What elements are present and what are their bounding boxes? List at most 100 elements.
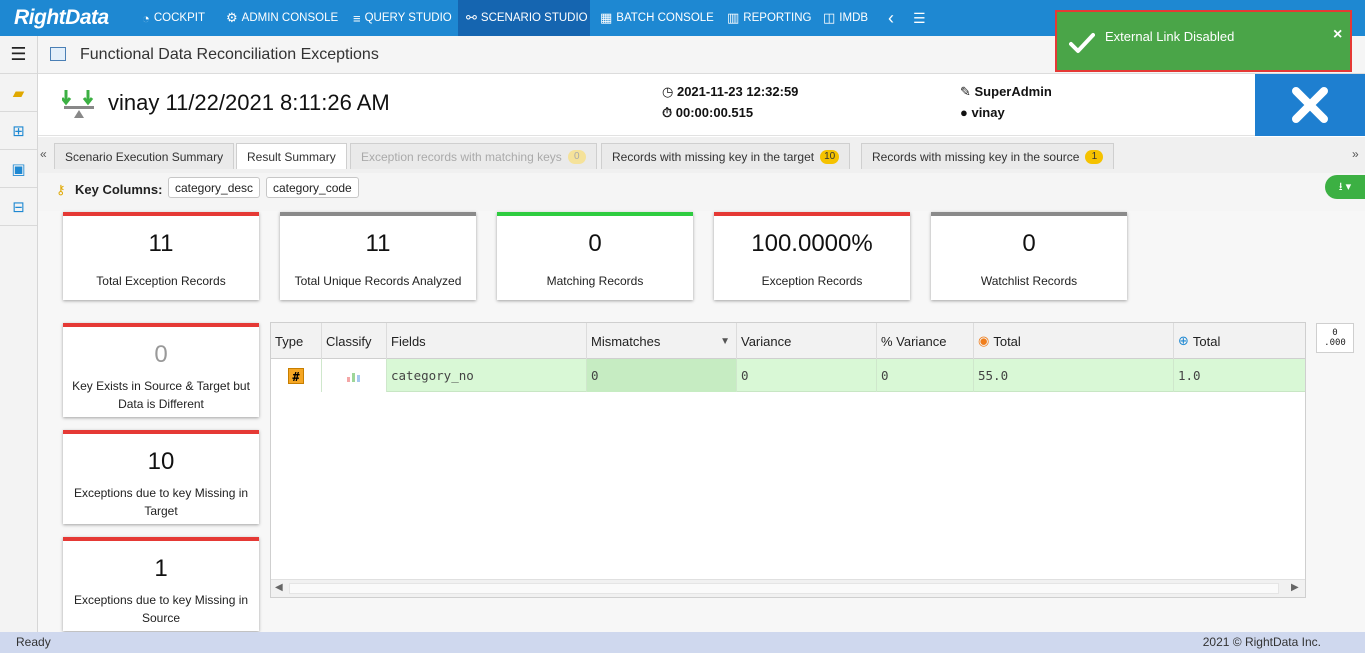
- nav-query-studio[interactable]: ≡ QUERY STUDIO: [353, 0, 452, 36]
- chart-window-icon[interactable]: ▣: [0, 150, 37, 188]
- tabs-scroll-left-icon[interactable]: «: [40, 147, 47, 161]
- download-icon: ⭳ ▾: [1338, 180, 1352, 193]
- col-pct-variance[interactable]: % Variance: [877, 323, 974, 359]
- numeric-type-icon: #: [288, 367, 304, 384]
- batch-icon: ▦: [600, 10, 613, 25]
- mismatch-grid: Type Classify Fields Mismatches ▼ Varianc…: [270, 322, 1306, 598]
- horizontal-scrollbar[interactable]: ◀ ▶: [271, 579, 1305, 597]
- key-columns-row: ⚷ Key Columns: category_desc category_co…: [38, 173, 1365, 211]
- count-badge: 10: [820, 149, 840, 164]
- tab-result-summary[interactable]: Result Summary: [236, 143, 347, 169]
- tab-exception-matching-keys: Exception records with matching keys 0: [350, 143, 597, 169]
- nav-admin-console[interactable]: ⚙ ADMIN CONSOLE: [226, 0, 338, 36]
- key-column-chip: category_code: [266, 177, 359, 198]
- gauge-icon: ◔: [142, 10, 150, 26]
- total-target-cell: 1.0: [1178, 368, 1201, 383]
- card-key-exists-data-different: 0 Key Exists in Source & Target but Data…: [63, 323, 259, 417]
- run-header: vinay 11/22/2021 8:11:26 AM ◷ 2021-11-23…: [38, 74, 1255, 136]
- toast-close-button[interactable]: ×: [1333, 26, 1342, 44]
- chart-window-icon: [50, 47, 66, 61]
- card-missing-in-source: 1 Exceptions due to key Missing in Sourc…: [63, 537, 259, 631]
- nav-scenario-studio[interactable]: ⚯ SCENARIO STUDIO: [458, 0, 590, 36]
- col-total-target[interactable]: ⊕ Total: [1174, 323, 1305, 359]
- key-column-chip: category_desc: [168, 177, 261, 198]
- total-source-cell: 55.0: [974, 359, 1174, 392]
- tab-strip: « Scenario Execution Summary Result Summ…: [38, 137, 1365, 173]
- toast-message: External Link Disabled: [1105, 29, 1235, 44]
- toast-notification: External Link Disabled ×: [1055, 10, 1352, 72]
- scroll-left-arrow-icon[interactable]: ◀: [275, 582, 283, 593]
- key-icon: ⚷: [56, 182, 66, 197]
- tab-missing-key-source[interactable]: Records with missing key in the source 1: [861, 143, 1115, 169]
- stat-card-total-exceptions: 11 Total Exception Records: [63, 212, 259, 300]
- close-icon: [1292, 87, 1328, 123]
- stopwatch-icon: ⏱: [662, 105, 676, 120]
- tab-missing-key-target[interactable]: Records with missing key in the target 10: [601, 143, 851, 169]
- tab-scenario-execution-summary[interactable]: Scenario Execution Summary: [54, 143, 235, 169]
- key-columns-label: Key Columns:: [75, 182, 163, 197]
- nav-cockpit[interactable]: ◔ COCKPIT: [142, 0, 205, 36]
- number-format-button[interactable]: 0 .000: [1316, 323, 1354, 353]
- sort-desc-icon[interactable]: ▼: [720, 336, 730, 347]
- status-bar: Ready 2021 © RightData Inc.: [0, 632, 1365, 653]
- col-classify[interactable]: Classify: [322, 323, 387, 359]
- stat-card-exception-pct: 100.0000% Exception Records: [714, 212, 910, 300]
- col-total-source[interactable]: ◉ Total: [974, 323, 1174, 359]
- run-title: vinay 11/22/2021 8:11:26 AM: [108, 90, 390, 115]
- hamburger-menu-icon[interactable]: ☰: [0, 36, 37, 74]
- run-datetime: ◷ 2021-11-23 12:32:59: [662, 84, 799, 99]
- scrollbar-thumb[interactable]: [289, 583, 1279, 594]
- database-icon: ≡: [353, 10, 361, 26]
- stat-card-unique-records: 11 Total Unique Records Analyzed: [280, 212, 476, 300]
- folder-icon[interactable]: ▰: [0, 74, 37, 112]
- run-role: ✎ SuperAdmin: [960, 84, 1052, 99]
- target-icon: ⊕: [1178, 333, 1189, 348]
- type-cell: #: [271, 359, 322, 392]
- col-mismatches[interactable]: Mismatches ▼: [587, 323, 737, 359]
- columns-icon: ◫: [823, 10, 836, 25]
- logo[interactable]: RightData: [14, 6, 109, 30]
- source-icon: ◉: [978, 333, 990, 348]
- col-fields[interactable]: Fields: [387, 323, 587, 359]
- database-stack-icon[interactable]: ☰: [913, 0, 926, 36]
- nav-imdb[interactable]: ◫ IMDB: [823, 0, 868, 36]
- col-variance[interactable]: Variance: [737, 323, 877, 359]
- clock-icon: ◷: [662, 84, 677, 99]
- network-icon: ⚯: [466, 10, 477, 25]
- pencil-icon: ✎: [960, 84, 975, 99]
- nav-batch-console[interactable]: ▦ BATCH CONSOLE: [600, 0, 714, 36]
- run-user: ● vinay: [960, 105, 1005, 120]
- download-button[interactable]: ⭳ ▾: [1325, 175, 1365, 199]
- variance-cell: 0: [737, 359, 877, 392]
- pct-variance-cell: 0: [877, 359, 974, 392]
- tabs-scroll-right-icon[interactable]: »: [1352, 147, 1359, 161]
- checkmark-icon: [1069, 33, 1095, 53]
- scroll-right-arrow-icon[interactable]: ▶: [1291, 582, 1299, 593]
- col-type[interactable]: Type: [271, 323, 322, 359]
- user-icon: ●: [960, 105, 972, 120]
- copyright-text: 2021 © RightData Inc.: [1202, 635, 1321, 649]
- close-view-button[interactable]: [1255, 74, 1365, 136]
- add-scenario-icon[interactable]: ⊞: [0, 112, 37, 150]
- scale-icon: [60, 88, 96, 120]
- left-sidebar: ☰ ▰ ⊞ ▣ ⊟: [0, 36, 38, 632]
- bar-chart-icon: [347, 372, 360, 382]
- count-badge: 0: [567, 149, 586, 164]
- chevron-left-icon[interactable]: ‹: [888, 0, 894, 36]
- card-missing-in-target: 10 Exceptions due to key Missing in Targ…: [63, 430, 259, 524]
- classify-cell[interactable]: [322, 359, 387, 392]
- gear-icon: ⚙: [226, 10, 238, 25]
- settings-list-icon[interactable]: ⊟: [0, 188, 37, 226]
- count-badge: 1: [1085, 149, 1104, 164]
- stat-card-watchlist: 0 Watchlist Records: [931, 212, 1127, 300]
- page-title: Functional Data Reconciliation Exception…: [80, 46, 379, 63]
- field-cell: category_no: [387, 359, 587, 392]
- table-row[interactable]: # category_no 0 0 0 55.0 1.0: [271, 359, 1305, 392]
- report-icon: ▥: [727, 10, 740, 25]
- nav-reporting[interactable]: ▥ REPORTING: [727, 0, 811, 36]
- run-duration: ⏱ 00:00:00.515: [662, 105, 754, 120]
- mismatches-cell: 0: [587, 359, 737, 392]
- status-text: Ready: [16, 635, 51, 649]
- grid-header: Type Classify Fields Mismatches ▼ Varianc…: [271, 323, 1305, 359]
- stat-card-matching-records: 0 Matching Records: [497, 212, 693, 300]
